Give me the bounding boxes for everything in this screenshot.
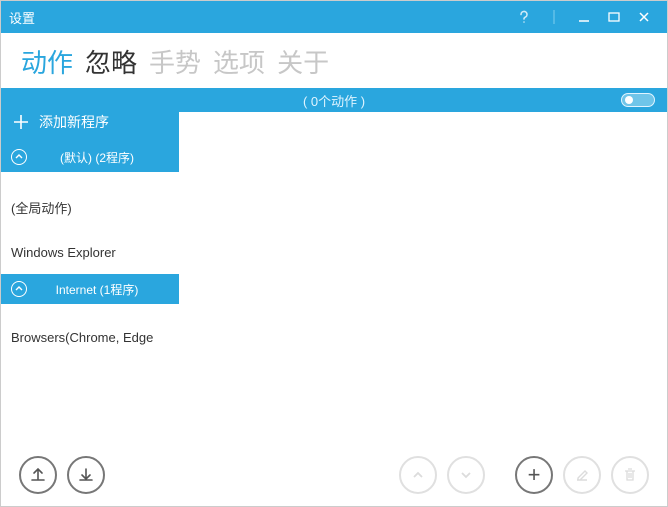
export-button[interactable] <box>19 456 57 494</box>
tab-about[interactable]: 关于 <box>277 43 329 80</box>
add-program-label: 添加新程序 <box>39 112 109 132</box>
group-label: (默认) (2程序) <box>37 149 157 166</box>
add-program-button[interactable]: 添加新程序 <box>1 112 179 142</box>
tab-ignore[interactable]: 忽略 <box>85 43 137 80</box>
help-icon[interactable] <box>509 1 539 33</box>
chevron-up-icon <box>11 281 27 297</box>
close-icon[interactable] <box>629 1 659 33</box>
tab-options[interactable]: 选项 <box>213 43 265 80</box>
group-header-internet[interactable]: Internet (1程序) <box>1 274 179 304</box>
delete-button[interactable] <box>611 456 649 494</box>
edit-icon <box>574 467 590 483</box>
maximize-icon[interactable] <box>599 1 629 33</box>
plus-icon <box>13 114 29 130</box>
download-icon <box>77 466 95 484</box>
chevron-up-icon <box>11 149 27 165</box>
action-count: ( 0个动作 ) <box>303 91 365 110</box>
minimize-icon[interactable] <box>569 1 599 33</box>
sidebar: 添加新程序 (默认) (2程序) (全局动作) Windows Explorer… <box>1 112 179 444</box>
enable-toggle[interactable] <box>621 93 655 107</box>
chevron-up-icon <box>411 468 425 482</box>
content-area <box>179 112 667 444</box>
window-title: 设置 <box>9 8 35 27</box>
chevron-down-icon <box>459 468 473 482</box>
upload-icon <box>29 466 47 484</box>
import-button[interactable] <box>67 456 105 494</box>
plus-icon: + <box>528 464 541 486</box>
content-header: ( 0个动作 ) <box>1 88 667 112</box>
group-header-default[interactable]: (默认) (2程序) <box>1 142 179 172</box>
edit-button[interactable] <box>563 456 601 494</box>
move-down-button[interactable] <box>447 456 485 494</box>
list-item[interactable]: (全局动作) <box>1 184 179 231</box>
trash-icon <box>622 467 638 483</box>
tab-gestures[interactable]: 手势 <box>149 43 201 80</box>
group-label: Internet (1程序) <box>37 281 157 298</box>
list-item[interactable]: Windows Explorer <box>1 231 179 274</box>
tab-actions[interactable]: 动作 <box>21 43 73 80</box>
move-up-button[interactable] <box>399 456 437 494</box>
spacer-icon <box>539 1 569 33</box>
titlebar[interactable]: 设置 <box>1 1 667 33</box>
footer-toolbar: + <box>1 444 667 506</box>
tab-bar: 动作 忽略 手势 选项 关于 <box>1 33 667 88</box>
list-item[interactable]: Browsers(Chrome, Edge <box>1 316 179 359</box>
add-action-button[interactable]: + <box>515 456 553 494</box>
